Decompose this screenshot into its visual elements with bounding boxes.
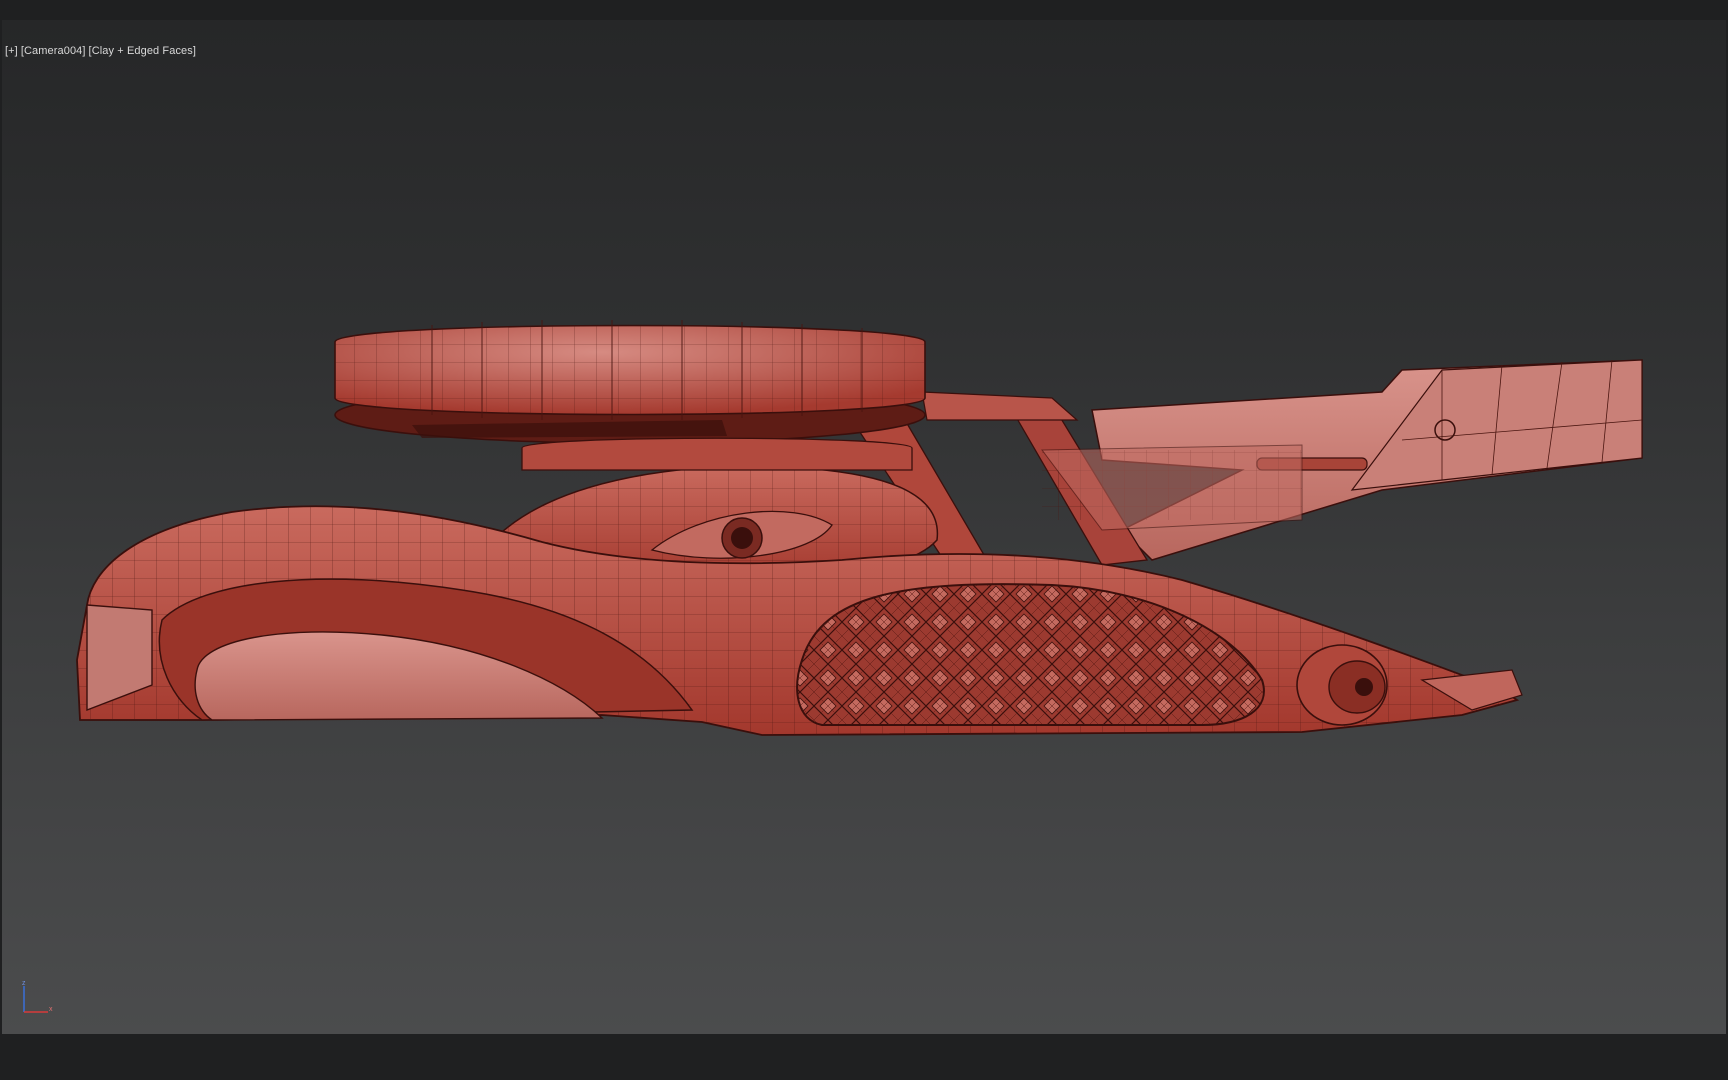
axis-gizmo: z x (22, 980, 53, 1013)
x-axis-label: x (49, 1006, 53, 1013)
z-axis-label: z (22, 980, 26, 987)
app-window: [+] [Camera004] [Clay + Edged Faces] z x (0, 0, 1728, 1080)
rotor-ring (334, 320, 926, 471)
status-bar (0, 1034, 1728, 1080)
hover-vehicle-model[interactable] (2, 20, 1726, 1034)
3d-viewport[interactable]: [+] [Camera004] [Clay + Edged Faces] z x (2, 20, 1726, 1034)
